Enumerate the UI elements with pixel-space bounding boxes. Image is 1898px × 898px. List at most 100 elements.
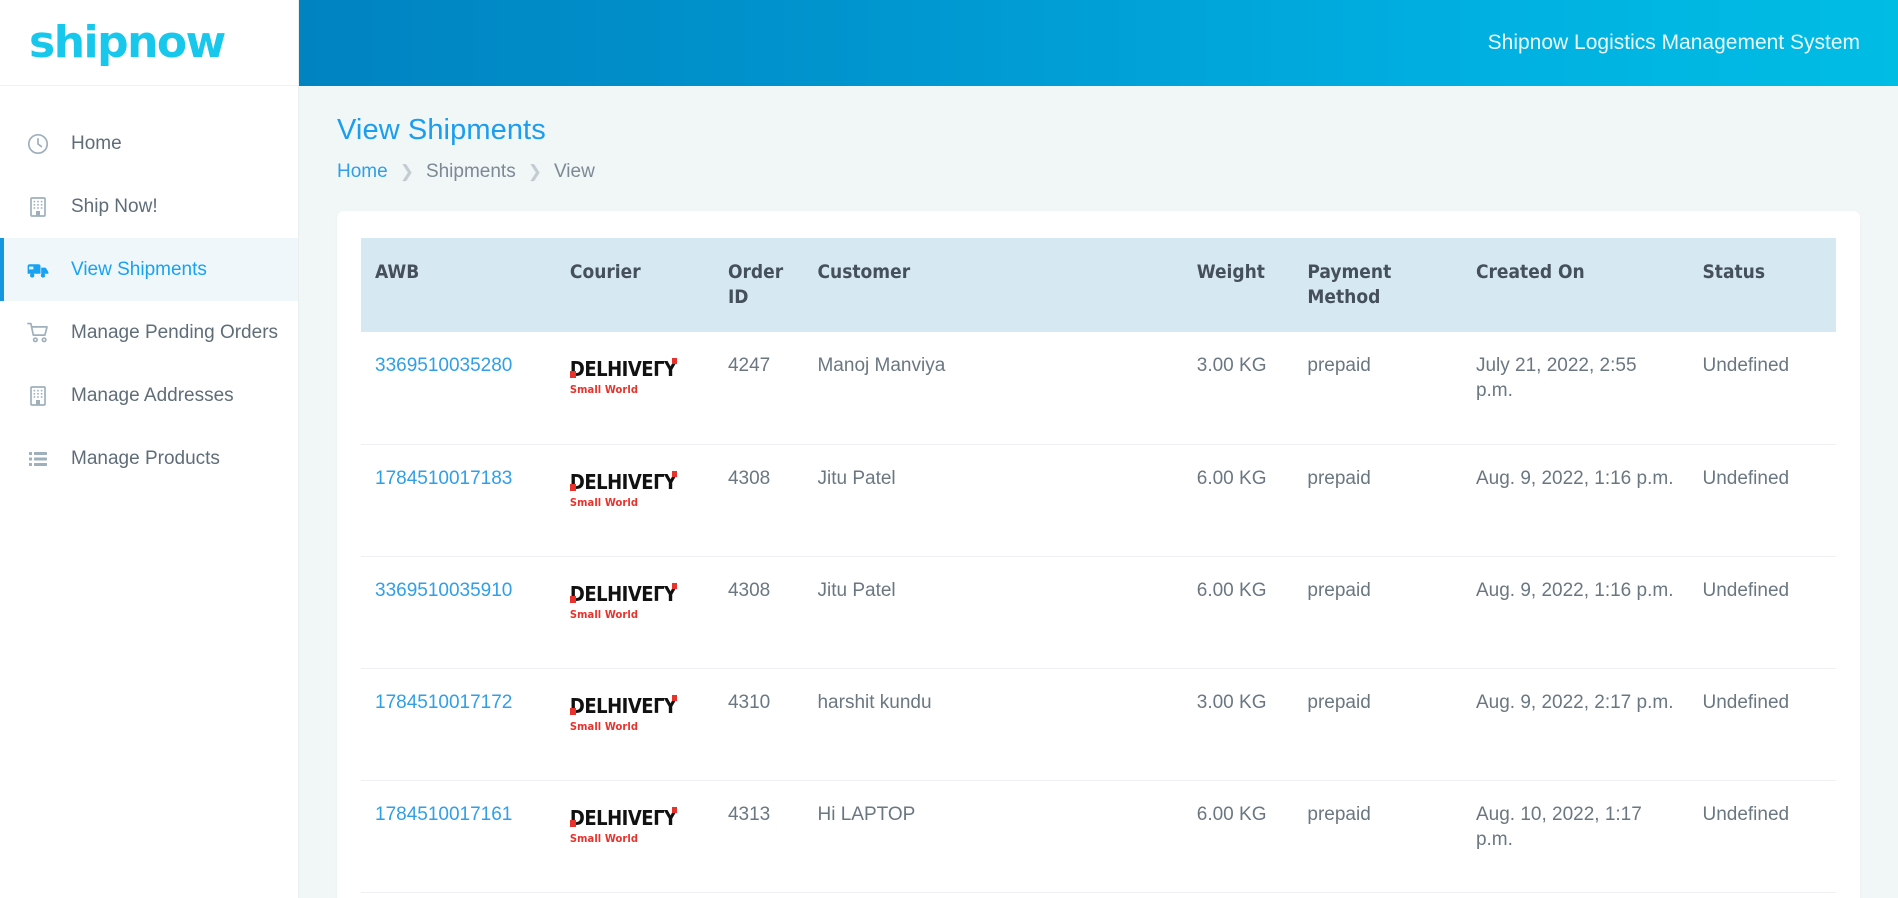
table-row: 3369510035910 DELHIVEΓY Small World 4308 Jit… <box>361 556 1836 669</box>
cell-created-on: Aug. 9, 2022, 2:15 p.m. <box>1461 892 1689 898</box>
column-header-created_on[interactable]: Created On <box>1462 238 1689 332</box>
awb-link[interactable]: 1784510017172 <box>375 692 512 713</box>
column-header-awb[interactable]: AWB <box>361 238 556 332</box>
sidebar: shipnow Home Ship Now! View Shipments Manag… <box>0 0 299 898</box>
column-header-status[interactable]: Status <box>1688 238 1836 332</box>
cell-created-on: Aug. 9, 2022, 1:16 p.m. <box>1461 444 1689 557</box>
sidebar-item-home[interactable]: Home <box>0 112 298 175</box>
table-row: 1784510017161 DELHIVEΓY Small World 4313 Hi … <box>361 780 1836 893</box>
sidebar-item-label: Manage Products <box>71 447 220 469</box>
cell-weight: 6.00 KG <box>1182 556 1294 669</box>
shipments-card: AWB Courier Order ID Customer Weight Payment … <box>337 211 1860 898</box>
sidebar-item-manage-products[interactable]: Manage Products <box>0 427 298 490</box>
breadcrumb-item-view: View <box>553 161 595 182</box>
cell-courier: DELHIVEΓYSmall World <box>555 556 714 669</box>
cell-awb: 1784510017161 <box>361 780 556 893</box>
awb-link[interactable]: 1784510017161 <box>375 804 512 825</box>
delhivery-tagline: Small World <box>569 719 639 733</box>
table-row: 1784510017150DELHIVEΓYSmall World4309Aay… <box>361 892 1836 898</box>
sidebar-item-manage-pending-orders[interactable]: Manage Pending Orders <box>0 301 298 364</box>
awb-link[interactable]: 3369510035910 <box>375 580 512 601</box>
brand-header: shipnow <box>0 0 298 86</box>
breadcrumb-separator-icon: ❯ <box>527 162 542 181</box>
column-header-payment_method[interactable]: Payment Method <box>1293 238 1462 332</box>
content-area: View Shipments Home ❯ Shipments ❯ View AWB Co… <box>299 86 1898 898</box>
cell-payment-method: prepaid <box>1293 780 1462 893</box>
cell-awb: 3369510035280 <box>361 332 556 445</box>
column-header-courier[interactable]: Courier <box>556 238 714 332</box>
cell-status: Undefined <box>1688 556 1836 669</box>
cell-status: Undefined <box>1688 668 1836 781</box>
breadcrumb: Home ❯ Shipments ❯ View <box>337 161 1860 183</box>
delhivery-tagline: Small World <box>569 495 639 509</box>
breadcrumb-item-shipments: Shipments <box>425 161 516 182</box>
delhivery-logo: DELHIVEΓY Small World <box>569 690 677 733</box>
breadcrumb-separator-icon: ❯ <box>399 162 414 181</box>
building-icon <box>20 195 56 219</box>
sidebar-item-label: Manage Pending Orders <box>71 321 279 343</box>
sidebar-item-label: Ship Now! <box>71 195 158 217</box>
cell-status: Undefined <box>1688 444 1836 557</box>
cell-weight: 3.00 KG <box>1182 332 1294 445</box>
column-header-weight[interactable]: Weight <box>1183 238 1294 332</box>
cell-order-id: 4310 <box>713 668 804 781</box>
cell-payment-method: prepaid <box>1293 892 1462 898</box>
cell-order-id: 4308 <box>713 556 804 669</box>
cell-created-on: July 21, 2022, 2:55 p.m. <box>1461 332 1689 445</box>
awb-link[interactable]: 1784510017183 <box>375 468 512 489</box>
delhivery-logo: DELHIVEΓY Small World <box>569 578 677 621</box>
cell-customer: harshit kundu <box>803 668 1183 781</box>
cell-customer: Jitu Patel <box>803 444 1183 557</box>
cell-awb: 3369510035910 <box>361 556 556 669</box>
cell-awb: 1784510017150 <box>361 892 556 898</box>
delhivery-logo: DELHIVEΓY Small World <box>569 802 677 845</box>
sidebar-nav: Home Ship Now! View Shipments Manage Pendin… <box>0 86 298 490</box>
delhivery-tagline: Small World <box>569 831 639 845</box>
cell-weight: 3.00 KG <box>1182 668 1294 781</box>
sidebar-item-ship-now[interactable]: Ship Now! <box>0 175 298 238</box>
sidebar-item-label: Home <box>71 132 122 154</box>
cell-customer: Manoj Manviya <box>803 332 1183 445</box>
building-icon <box>20 384 56 408</box>
cell-weight: 6.00 KG <box>1182 780 1294 893</box>
cell-courier: DELHIVEΓYSmall World <box>555 444 714 557</box>
delhivery-wordmark: DELHIVEΓY <box>569 805 677 830</box>
cell-status: Undefined <box>1688 892 1836 898</box>
cell-courier: DELHIVEΓYSmall World <box>555 780 714 893</box>
table-row: 1784510017172 DELHIVEΓY Small World 4310 har… <box>361 668 1836 781</box>
main-area: Shipnow Logistics Management System View… <box>299 0 1898 898</box>
table-header-row: AWB Courier Order ID Customer Weight Payment … <box>361 238 1836 333</box>
delhivery-wordmark: DELHIVEΓY <box>569 693 677 718</box>
cell-order-id: 4308 <box>713 444 804 557</box>
sidebar-item-label: View Shipments <box>71 258 207 280</box>
delhivery-wordmark: DELHIVEΓY <box>569 581 677 606</box>
truck-icon <box>20 257 56 283</box>
column-header-order_id[interactable]: Order ID <box>714 238 804 332</box>
app-title: Shipnow Logistics Management System <box>1487 31 1860 54</box>
column-header-customer[interactable]: Customer <box>803 238 1182 332</box>
cell-order-id: 4247 <box>713 332 804 445</box>
table-head: AWB Courier Order ID Customer Weight Payment … <box>361 238 1836 333</box>
shipnow-logo[interactable]: shipnow <box>29 20 226 65</box>
cell-status: Undefined <box>1688 332 1836 445</box>
cell-weight: 3.00 KG <box>1182 892 1294 898</box>
cell-courier: DELHIVEΓYSmall World <box>555 892 714 898</box>
breadcrumb-item-home[interactable]: Home <box>337 161 388 183</box>
delhivery-tagline: Small World <box>569 607 639 621</box>
cell-customer: Hi LAPTOP <box>803 780 1183 893</box>
delhivery-logo: DELHIVEΓY Small World <box>569 466 677 509</box>
cell-created-on: Aug. 9, 2022, 1:16 p.m. <box>1461 556 1689 669</box>
cell-courier: DELHIVEΓYSmall World <box>555 668 714 781</box>
table-row: 1784510017183 DELHIVEΓY Small World 4308 Jit… <box>361 444 1836 557</box>
cell-order-id: 4309 <box>713 892 804 898</box>
cell-weight: 6.00 KG <box>1182 444 1294 557</box>
table-body: 3369510035280 DELHIVEΓY Small World 4247 Man… <box>361 332 1836 898</box>
table-row: 3369510035280 DELHIVEΓY Small World 4247 Man… <box>361 332 1836 445</box>
sidebar-item-manage-addresses[interactable]: Manage Addresses <box>0 364 298 427</box>
cell-awb: 1784510017183 <box>361 444 556 557</box>
awb-link[interactable]: 3369510035280 <box>375 355 512 376</box>
cell-payment-method: prepaid <box>1293 668 1462 781</box>
app-root: shipnow Home Ship Now! View Shipments Manag… <box>0 0 1898 898</box>
cell-order-id: 4313 <box>713 780 804 893</box>
sidebar-item-view-shipments[interactable]: View Shipments <box>0 238 298 301</box>
